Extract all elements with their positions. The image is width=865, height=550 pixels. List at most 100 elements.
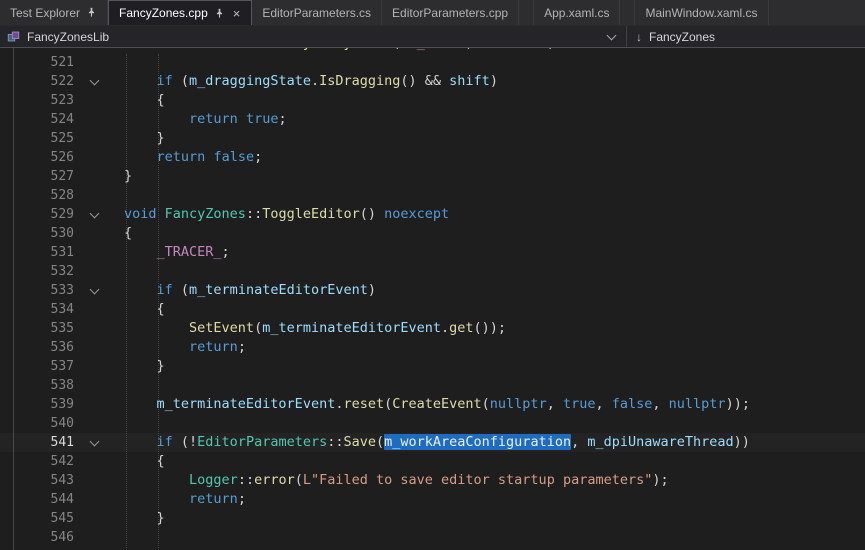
line-number[interactable]: 532: [0, 262, 74, 281]
code-text[interactable]: SetEvent(m_terminateEditorEvent.get());: [114, 319, 865, 338]
code-line[interactable]: 522 if (m_draggingState.IsDragging() && …: [0, 72, 865, 91]
code-text[interactable]: m_terminateEditorEvent.reset(CreateEvent…: [114, 395, 865, 414]
code-line[interactable]: 525 }: [0, 129, 865, 148]
fold-margin[interactable]: [74, 433, 114, 452]
code-text[interactable]: [114, 262, 865, 281]
fold-chevron-icon[interactable]: [89, 75, 99, 85]
code-line[interactable]: 543 Logger::error(L"Failed to save edito…: [0, 471, 865, 490]
fold-margin[interactable]: [74, 281, 114, 300]
tab-mainwindow-xaml-cs[interactable]: MainWindow.xaml.cs: [634, 0, 768, 25]
line-number[interactable]: 522: [0, 72, 74, 91]
code-line[interactable]: 531 _TRACER_;: [0, 243, 865, 262]
code-text[interactable]: return false;: [114, 148, 865, 167]
project-dropdown[interactable]: FancyZonesLib: [0, 26, 627, 47]
line-number[interactable]: 544: [0, 490, 74, 509]
line-number[interactable]: 534: [0, 300, 74, 319]
code-line[interactable]: 535 SetEvent(m_terminateEditorEvent.get(…: [0, 319, 865, 338]
code-text[interactable]: [114, 414, 865, 433]
code-editor[interactable]: 520 bool shift = GetAsyncKeyState(VK_SHI…: [0, 48, 865, 550]
line-number[interactable]: 541: [0, 433, 74, 452]
line-number[interactable]: 537: [0, 357, 74, 376]
code-text[interactable]: [114, 376, 865, 395]
tab-fancyzones-cpp[interactable]: FancyZones.cpp×: [108, 0, 252, 25]
code-line[interactable]: 538: [0, 376, 865, 395]
line-number[interactable]: 545: [0, 509, 74, 528]
fold-margin[interactable]: [74, 72, 114, 91]
code-text[interactable]: return;: [114, 338, 865, 357]
code-line[interactable]: 533 if (m_terminateEditorEvent): [0, 281, 865, 300]
tab-editorparameters-cs[interactable]: EditorParameters.cs: [252, 0, 382, 25]
line-number[interactable]: 529: [0, 205, 74, 224]
pin-icon[interactable]: [214, 8, 225, 19]
code-text[interactable]: [114, 528, 865, 547]
chevron-down-icon[interactable]: [607, 30, 617, 40]
code-line[interactable]: 546: [0, 528, 865, 547]
code-text[interactable]: if (m_terminateEditorEvent): [114, 281, 865, 300]
code-text[interactable]: {: [114, 300, 865, 319]
code-line[interactable]: 536 return;: [0, 338, 865, 357]
code-line[interactable]: 526 return false;: [0, 148, 865, 167]
code-line[interactable]: 540: [0, 414, 865, 433]
code-text[interactable]: }: [114, 129, 865, 148]
line-number[interactable]: 531: [0, 243, 74, 262]
tab-test-explorer[interactable]: Test Explorer: [0, 0, 108, 25]
fold-margin[interactable]: [74, 205, 114, 224]
close-icon[interactable]: ×: [232, 7, 242, 20]
code-text[interactable]: {: [114, 452, 865, 471]
code-line[interactable]: 528: [0, 186, 865, 205]
line-number[interactable]: 535: [0, 319, 74, 338]
code-text[interactable]: {: [114, 224, 865, 243]
code-line[interactable]: 542 {: [0, 452, 865, 471]
line-number[interactable]: 528: [0, 186, 74, 205]
fold-chevron-icon[interactable]: [89, 208, 99, 218]
code-line[interactable]: 521: [0, 53, 865, 72]
code-text[interactable]: Logger::error(L"Failed to save editor st…: [114, 471, 865, 490]
line-number[interactable]: 524: [0, 110, 74, 129]
pin-icon[interactable]: [86, 7, 97, 18]
line-number[interactable]: 523: [0, 91, 74, 110]
code-text[interactable]: }: [114, 357, 865, 376]
fold-chevron-icon[interactable]: [89, 436, 99, 446]
tab-editorparameters-cpp[interactable]: EditorParameters.cpp: [382, 0, 519, 25]
code-line[interactable]: 534 {: [0, 300, 865, 319]
code-text[interactable]: return;: [114, 490, 865, 509]
code-line[interactable]: 530 {: [0, 224, 865, 243]
code-text[interactable]: {: [114, 91, 865, 110]
fold-chevron-icon[interactable]: [89, 284, 99, 294]
code-text[interactable]: [114, 186, 865, 205]
line-number[interactable]: 542: [0, 452, 74, 471]
code-token: Save: [343, 434, 376, 450]
code-line[interactable]: 537 }: [0, 357, 865, 376]
line-number[interactable]: 539: [0, 395, 74, 414]
line-number[interactable]: 543: [0, 471, 74, 490]
code-line[interactable]: 523 {: [0, 91, 865, 110]
line-number[interactable]: 536: [0, 338, 74, 357]
line-number[interactable]: 526: [0, 148, 74, 167]
code-line[interactable]: 532: [0, 262, 865, 281]
line-number[interactable]: 530: [0, 224, 74, 243]
scope-dropdown[interactable]: ↓ FancyZones: [627, 26, 724, 47]
code-text[interactable]: _TRACER_;: [114, 243, 865, 262]
code-text[interactable]: [114, 53, 865, 72]
line-number[interactable]: 525: [0, 129, 74, 148]
code-text[interactable]: return true;: [114, 110, 865, 129]
code-line[interactable]: 524 return true;: [0, 110, 865, 129]
code-text[interactable]: }: [114, 167, 865, 186]
code-text[interactable]: if (m_draggingState.IsDragging() && shif…: [114, 72, 865, 91]
tab-app-xaml-cs[interactable]: App.xaml.cs: [533, 0, 620, 25]
line-number[interactable]: 521: [0, 53, 74, 72]
code-text[interactable]: }: [114, 509, 865, 528]
line-number[interactable]: 527: [0, 167, 74, 186]
code-line[interactable]: 529 void FancyZones::ToggleEditor() noexc…: [0, 205, 865, 224]
line-number[interactable]: 540: [0, 414, 74, 433]
code-line[interactable]: 527}: [0, 167, 865, 186]
line-number[interactable]: 546: [0, 528, 74, 547]
line-number[interactable]: 538: [0, 376, 74, 395]
code-line[interactable]: 545 }: [0, 509, 865, 528]
code-text[interactable]: void FancyZones::ToggleEditor() noexcept: [114, 205, 865, 224]
line-number[interactable]: 533: [0, 281, 74, 300]
code-line[interactable]: 541 if (!EditorParameters::Save(m_workAr…: [0, 433, 865, 452]
code-line[interactable]: 544 return;: [0, 490, 865, 509]
code-text[interactable]: if (!EditorParameters::Save(m_workAreaCo…: [114, 433, 865, 452]
code-line[interactable]: 539 m_terminateEditorEvent.reset(CreateE…: [0, 395, 865, 414]
